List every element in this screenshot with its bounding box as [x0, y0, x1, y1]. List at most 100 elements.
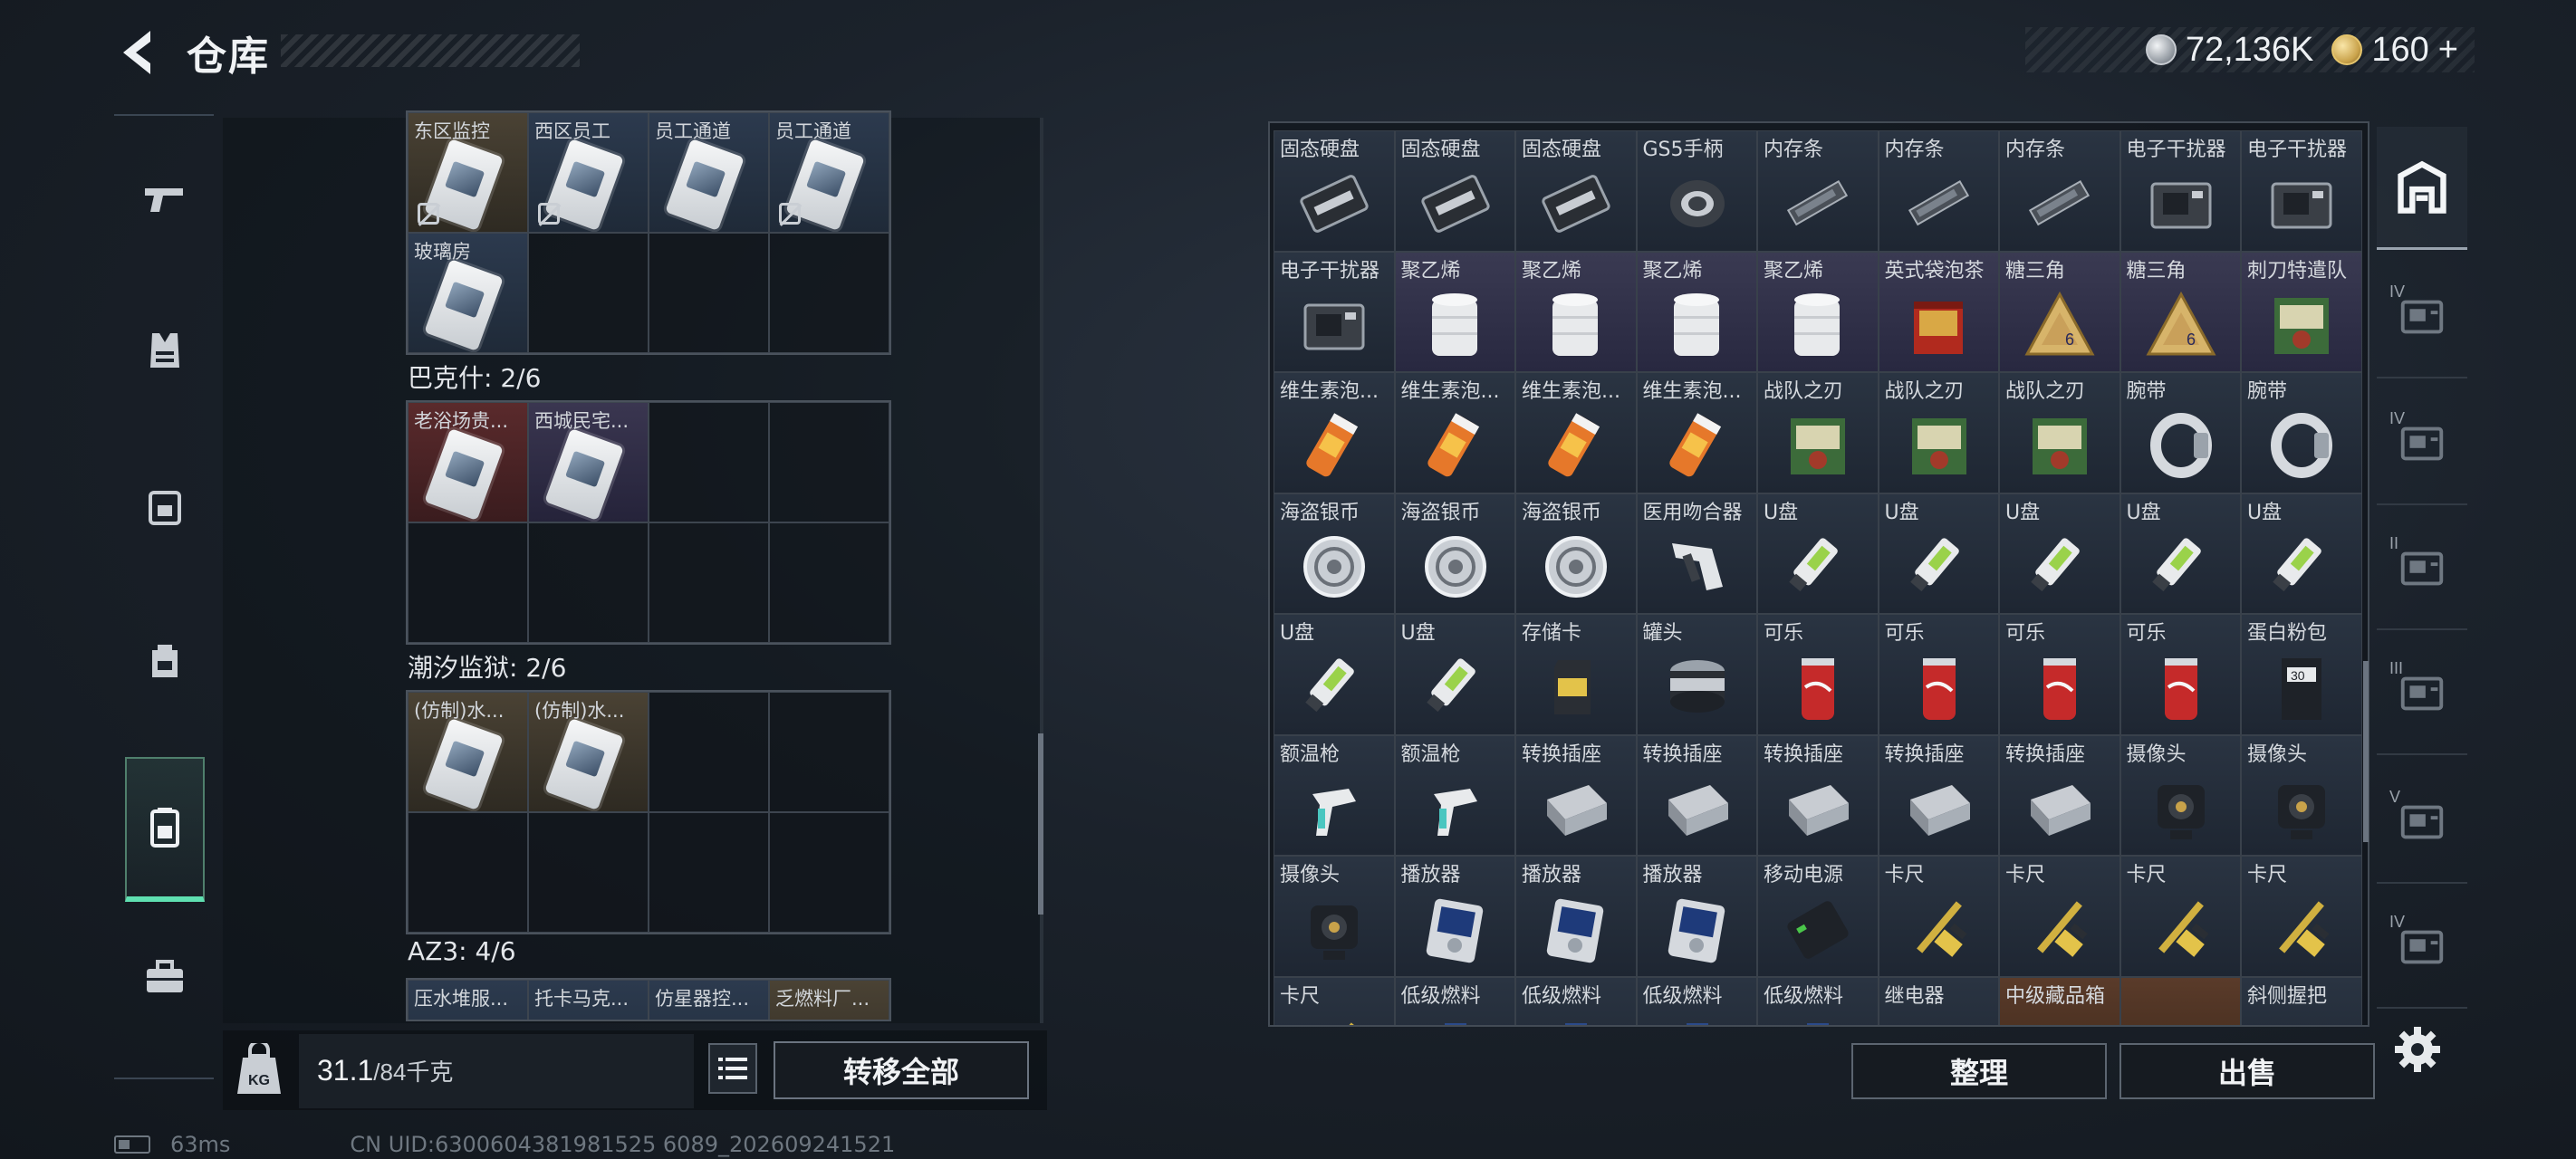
stash-item[interactable]: 可乐	[1878, 614, 1999, 735]
stash-item[interactable]: 转换插座	[1636, 734, 1757, 856]
stash-item[interactable]: U盘	[2241, 493, 2362, 614]
transfer-all-button[interactable]: 转移全部	[774, 1041, 1029, 1099]
stash-item[interactable]: 维生素泡...	[1515, 372, 1637, 493]
stash-item[interactable]: 内存条	[1878, 130, 1999, 252]
stash-tab[interactable]: IV	[2377, 382, 2467, 505]
container-item[interactable]: 乏燃料厂...	[769, 980, 889, 1020]
stash-item[interactable]: 斜侧握把	[2241, 976, 2362, 1025]
stash-item[interactable]: 继电器	[1878, 976, 1999, 1025]
stash-item[interactable]: 罐头	[1636, 614, 1757, 735]
stash-item[interactable]: 腕带	[2241, 372, 2362, 493]
stash-item[interactable]: U盘	[1274, 614, 1395, 735]
stash-item[interactable]: 可乐	[1757, 614, 1879, 735]
stash-item[interactable]: 腕带	[2119, 372, 2241, 493]
sell-button[interactable]: 出售	[2119, 1043, 2375, 1099]
stash-item[interactable]: U盘	[1757, 493, 1879, 614]
stash-item[interactable]: 聚乙烯	[1394, 251, 1515, 372]
container-item[interactable]: 压水堆服...	[408, 980, 528, 1020]
stash-tab[interactable]	[2377, 127, 2467, 250]
rail-chest-rig[interactable]	[127, 469, 203, 545]
list-view-button[interactable]	[708, 1043, 757, 1094]
stash-item[interactable]: U盘	[1394, 614, 1515, 735]
stash-item[interactable]: 战队之刃	[1999, 372, 2120, 493]
stash-item[interactable]: 维生素泡...	[1274, 372, 1395, 493]
container-item[interactable]: 西区员工	[528, 112, 649, 233]
stash-item[interactable]: 转换插座	[1757, 734, 1879, 856]
stash-panel[interactable]: 固态硬盘 固态硬盘 固态硬盘 GS5手柄 内存条 内存条 内存条 电子干扰器 电子干扰器 电子干扰…	[1268, 121, 2369, 1027]
stash-item[interactable]: 内存条	[1757, 130, 1879, 252]
stash-item[interactable]: 30 蛋白粉包	[2241, 614, 2362, 735]
container-item[interactable]: (仿制)水...	[528, 692, 649, 812]
stash-item[interactable]: 固态硬盘	[1515, 130, 1637, 252]
stash-item[interactable]: 转换插座	[1999, 734, 2120, 856]
stash-item[interactable]: 卡尺	[2241, 856, 2362, 977]
stash-item[interactable]: 聚乙烯	[1515, 251, 1637, 372]
container-item[interactable]: 老浴场贵...	[408, 402, 528, 522]
stash-item[interactable]: 海盗银币	[1274, 493, 1395, 614]
stash-item[interactable]: 可乐	[1999, 614, 2120, 735]
stash-item[interactable]: GS5手柄	[1636, 130, 1757, 252]
stash-item[interactable]: 卡尺	[2119, 856, 2241, 977]
rail-container[interactable]	[125, 757, 205, 902]
stash-item[interactable]: 维生素泡...	[1636, 372, 1757, 493]
stash-item[interactable]: 存储卡	[1515, 614, 1637, 735]
stash-item[interactable]: U盘	[2119, 493, 2241, 614]
back-button[interactable]	[116, 25, 161, 80]
stash-item[interactable]: 电子干扰器	[1274, 251, 1395, 372]
stash-item[interactable]: U盘	[1878, 493, 1999, 614]
stash-item[interactable]: 海盗银币	[1394, 493, 1515, 614]
stash-item[interactable]: 卡尺	[1999, 856, 2120, 977]
gold-currency[interactable]: 160 +	[2331, 31, 2458, 70]
stash-item[interactable]: 播放器	[1636, 856, 1757, 977]
stash-item[interactable]: 战队之刃	[1757, 372, 1879, 493]
stash-item[interactable]: 卡尺	[1878, 856, 1999, 977]
stash-item[interactable]: 摄像头	[1274, 856, 1395, 977]
container-item[interactable]: 玻璃房	[408, 233, 528, 353]
rail-armor[interactable]	[127, 313, 203, 389]
stash-item[interactable]: 低级燃料	[1757, 976, 1879, 1025]
stash-item[interactable]: 卡尺	[1274, 976, 1395, 1025]
stash-item[interactable]: 低级燃料	[1515, 976, 1637, 1025]
stash-tab[interactable]: V	[2377, 761, 2467, 884]
stash-item[interactable]: 低级燃料	[1636, 976, 1757, 1025]
stash-item[interactable]: 电子干扰器	[2241, 130, 2362, 252]
stash-item[interactable]: 摄像头	[2241, 734, 2362, 856]
stash-item[interactable]: 播放器	[1515, 856, 1637, 977]
stash-item[interactable]: 英式袋泡茶	[1878, 251, 1999, 372]
stash-item[interactable]: 低级燃料	[1394, 976, 1515, 1025]
stash-item[interactable]: 转换插座	[1878, 734, 1999, 856]
stash-item[interactable]: 6 糖三角	[1999, 251, 2120, 372]
container-item[interactable]: 西城民宅...	[528, 402, 649, 522]
add-currency-button[interactable]: +	[2438, 31, 2458, 70]
stash-item[interactable]: 中级藏品箱	[1999, 976, 2120, 1025]
stash-item[interactable]: 转换插座	[1515, 734, 1637, 856]
stash-item[interactable]: 额温枪	[1274, 734, 1395, 856]
stash-scrollbar[interactable]	[2363, 661, 2369, 842]
rail-backpack[interactable]	[127, 623, 203, 699]
stash-tab[interactable]: III	[2377, 632, 2467, 755]
stash-item[interactable]: U盘	[1999, 493, 2120, 614]
stash-item[interactable]: 移动电源	[1757, 856, 1879, 977]
stash-item[interactable]: 聚乙烯	[1636, 251, 1757, 372]
stash-item[interactable]: 摄像头	[2119, 734, 2241, 856]
stash-item[interactable]: 6 糖三角	[2119, 251, 2241, 372]
settings-button[interactable]	[2389, 1021, 2446, 1078]
left-scrollbar[interactable]	[1038, 733, 1043, 915]
rail-toolbox[interactable]	[127, 940, 203, 1016]
stash-item[interactable]: 额温枪	[1394, 734, 1515, 856]
stash-item[interactable]: 电子干扰器	[2119, 130, 2241, 252]
container-item[interactable]: 员工通道	[769, 112, 889, 233]
stash-item[interactable]: 固态硬盘	[1274, 130, 1395, 252]
container-item[interactable]: 东区监控	[408, 112, 528, 233]
container-item[interactable]: (仿制)水...	[408, 692, 528, 812]
rail-weapon[interactable]	[127, 161, 203, 237]
stash-item[interactable]	[2119, 976, 2241, 1025]
stash-item[interactable]: 医用吻合器	[1636, 493, 1757, 614]
stash-tab[interactable]: IV	[2377, 255, 2467, 378]
container-item[interactable]: 员工通道	[649, 112, 769, 233]
stash-item[interactable]: 内存条	[1999, 130, 2120, 252]
stash-item[interactable]: 固态硬盘	[1394, 130, 1515, 252]
stash-item[interactable]: 海盗银币	[1515, 493, 1637, 614]
sort-button[interactable]: 整理	[1851, 1043, 2107, 1099]
stash-tab[interactable]: II	[2377, 507, 2467, 630]
